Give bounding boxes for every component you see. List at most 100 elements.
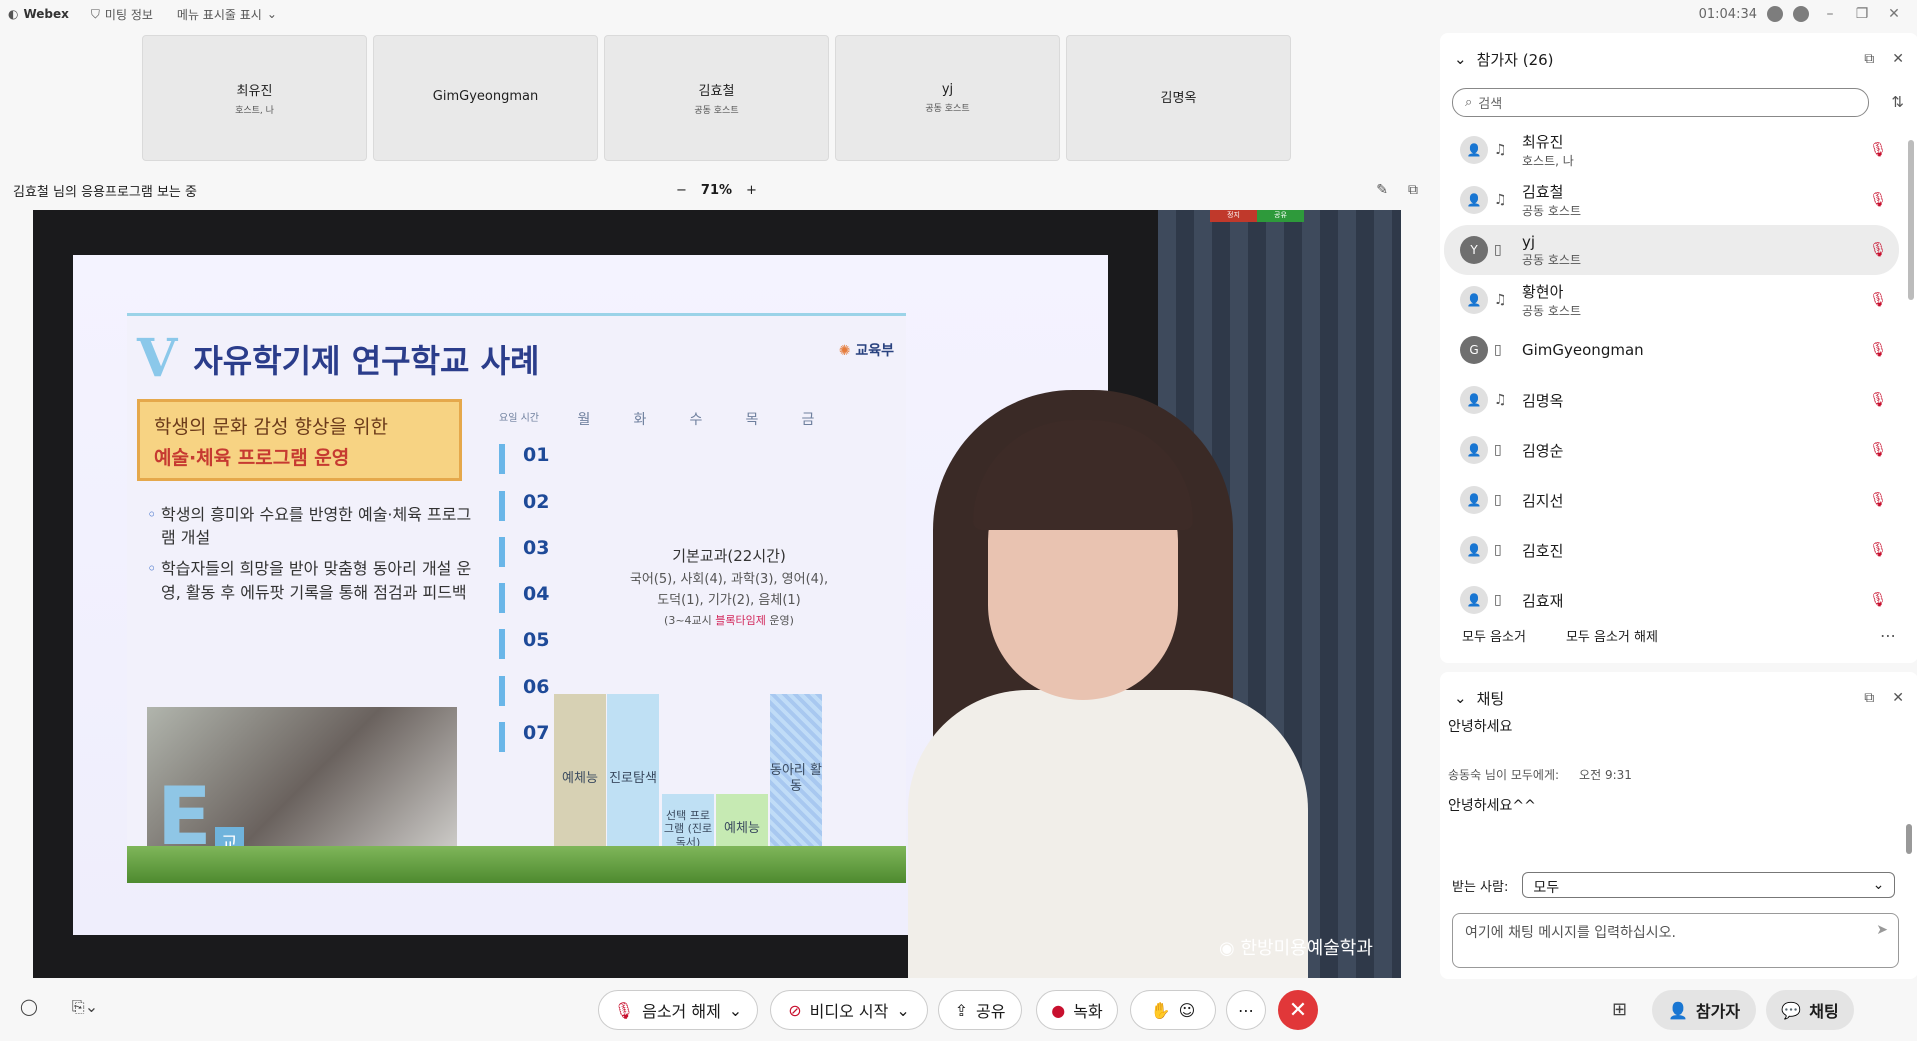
pop-out-icon[interactable]: ⧉ <box>1864 690 1874 706</box>
muted-mic-icon[interactable]: 🎙 <box>1869 442 1887 458</box>
unmute-button[interactable]: 🎙 음소거 해제 ⌄ <box>598 990 758 1030</box>
more-button[interactable]: ⋯ <box>1226 990 1266 1030</box>
muted-mic-icon[interactable]: 🎙 <box>1869 142 1887 158</box>
mute-controls: 모두 음소거 모두 음소거 해제 <box>1462 626 1658 645</box>
headset-icon: ♫ <box>1494 142 1507 158</box>
participant-row[interactable]: 👤 ♫ 황현아 공동 호스트 🎙 <box>1444 275 1899 325</box>
reactions-group: ✋ ☺ <box>1130 990 1216 1030</box>
slide-bullet: 학생의 흥미와 수요를 반영한 예술·체육 프로그램 개설 <box>147 503 477 549</box>
ministry-logo: ✺ 교육부 <box>839 340 894 360</box>
avatar: 👤 <box>1460 436 1488 464</box>
close-icon[interactable]: ✕ <box>1892 51 1904 67</box>
muted-mic-icon[interactable]: 🎙 <box>1869 392 1887 408</box>
phone-icon: ▯ <box>1494 442 1502 458</box>
participant-row[interactable]: Y ▯ yj 공동 호스트 🎙 <box>1444 225 1899 275</box>
record-button[interactable]: ● 녹화 <box>1036 990 1118 1030</box>
muted-mic-icon[interactable]: 🎙 <box>1869 192 1887 208</box>
participant-row[interactable]: 👤 ▯ 김호진 🎙 <box>1444 525 1899 575</box>
status-icon[interactable] <box>1767 6 1783 22</box>
pop-out-icon[interactable]: ⧉ <box>1864 51 1874 67</box>
meeting-info-button[interactable]: ⛉ 미팅 정보 <box>91 6 153 23</box>
meeting-timer: 01:04:34 <box>1698 6 1757 22</box>
video-tile[interactable]: 김명옥 <box>1066 35 1291 161</box>
meeting-info-label: 미팅 정보 <box>104 7 153 22</box>
closed-captions-icon[interactable]: ⎘⌄ <box>72 997 98 1017</box>
annotate-icon[interactable]: ✎ <box>1376 182 1388 198</box>
participant-row[interactable]: 👤 ♫ 김명옥 🎙 <box>1444 375 1899 425</box>
video-tile[interactable]: 김효철 공동 호스트 <box>604 35 829 161</box>
show-menu-bar-button[interactable]: 메뉴 표시줄 표시 ⌄ <box>177 6 277 23</box>
chat-input[interactable]: 여기에 채팅 메시지를 입력하십시오. ➤ <box>1452 913 1899 968</box>
share-tools: ✎ ⧉ <box>1376 182 1418 198</box>
zoom-out-button[interactable]: − <box>676 183 687 198</box>
video-tile[interactable]: 최유진 호스트, 나 <box>142 35 367 161</box>
recipient-select[interactable]: 모두 ⌄ <box>1522 872 1896 898</box>
participant-row[interactable]: 👤 ▯ 김효재 🎙 <box>1444 575 1899 625</box>
mute-all-button[interactable]: 모두 음소거 <box>1462 626 1526 645</box>
participants-scrollbar[interactable] <box>1908 128 1914 633</box>
muted-mic-icon[interactable]: 🎙 <box>1869 492 1887 508</box>
status-ring-icon[interactable]: ◯ <box>20 997 38 1017</box>
share-label: 공유 <box>975 1002 1006 1021</box>
minimize-icon[interactable]: – <box>1819 6 1841 22</box>
video-tile[interactable]: GimGyeongman <box>373 35 598 161</box>
tile-name: 김효철 <box>698 84 735 99</box>
participant-row[interactable]: 👤 ▯ 김영순 🎙 <box>1444 425 1899 475</box>
apps-icon[interactable]: ⊞ <box>1612 999 1627 1020</box>
participant-row[interactable]: 👤 ♫ 최유진 호스트, 나 🎙 <box>1444 125 1899 175</box>
zoom-in-button[interactable]: + <box>746 183 757 198</box>
muted-mic-icon[interactable]: 🎙 <box>1869 542 1887 558</box>
headset-icon: ♫ <box>1494 292 1507 308</box>
phone-icon: ▯ <box>1494 242 1502 258</box>
search-input[interactable]: ⌕ 검색 <box>1452 88 1869 117</box>
core-note-red: 블록타임제 <box>715 613 766 627</box>
participants-icon: 👤 <box>1667 1000 1688 1020</box>
activity-block: 예체능 <box>554 694 606 864</box>
end-call-icon: ✕ <box>1288 997 1308 1023</box>
chat-icon: 💬 <box>1781 1000 1802 1020</box>
muted-mic-icon[interactable]: 🎙 <box>1869 592 1887 608</box>
mini-toolbar: 정지 공유 <box>1210 210 1304 222</box>
chat-scrollbar[interactable] <box>1906 724 1912 854</box>
sort-icon[interactable]: ⇅ <box>1891 93 1904 111</box>
presentation-slide: V 자유학기제 연구학교 사례 ✺ 교육부 학생의 문화 감성 향상을 위한 예… <box>127 313 906 883</box>
muted-mic-icon[interactable]: 🎙 <box>1869 292 1887 308</box>
send-icon[interactable]: ➤ <box>1876 922 1888 938</box>
more-options-icon[interactable]: ⋯ <box>1880 626 1896 645</box>
restore-icon[interactable]: ❐ <box>1851 6 1873 22</box>
avatar: Y <box>1460 236 1488 264</box>
core-line: 도덕(1), 기가(2), 음체(1) <box>657 593 801 609</box>
shield-icon: ⛉ <box>90 6 100 21</box>
participant-row[interactable]: 👤 ▯ 김지선 🎙 <box>1444 475 1899 525</box>
core-note-a: (3~4교시 <box>664 613 716 627</box>
video-tile[interactable]: yj 공동 호스트 <box>835 35 1060 161</box>
participants-button[interactable]: 👤 참가자 <box>1652 990 1756 1030</box>
start-video-button[interactable]: ⊘ 비디오 시작 ⌄ <box>770 990 928 1030</box>
muted-mic-icon[interactable]: 🎙 <box>1869 342 1887 358</box>
participant-row[interactable]: 👤 ♫ 김효철 공동 호스트 🎙 <box>1444 175 1899 225</box>
close-icon[interactable]: ✕ <box>1892 690 1904 706</box>
chat-button[interactable]: 💬 채팅 <box>1766 990 1854 1030</box>
participant-name: yj <box>1522 232 1536 251</box>
participants-label: 참가자 <box>1695 1002 1741 1021</box>
chat-label: 채팅 <box>1809 1002 1839 1021</box>
settings-icon[interactable] <box>1793 6 1809 22</box>
raise-hand-icon[interactable]: ✋ <box>1151 1001 1171 1020</box>
chat-header: ⌄ 채팅 ⧉ ✕ <box>1454 686 1904 710</box>
unmute-all-button[interactable]: 모두 음소거 해제 <box>1566 626 1658 645</box>
participants-title: 참가자 (26) <box>1476 50 1554 69</box>
close-window-icon[interactable]: ✕ <box>1883 6 1905 22</box>
activity-block: 진로탐색 <box>607 694 659 864</box>
muted-mic-icon[interactable]: 🎙 <box>1869 242 1887 258</box>
caption: ◉ 한방미용예술학과 <box>1219 934 1373 960</box>
reactions-icon[interactable]: ☺ <box>1179 1001 1196 1020</box>
leave-meeting-button[interactable]: ✕ <box>1278 990 1318 1030</box>
share-button[interactable]: ⇪ 공유 <box>938 990 1022 1030</box>
participant-row[interactable]: G ▯ GimGyeongman 🎙 <box>1444 325 1899 375</box>
collapse-icon[interactable]: ⌄ <box>1454 50 1467 68</box>
pop-out-icon[interactable]: ⧉ <box>1408 182 1418 198</box>
chat-time: 오전 9:31 <box>1579 768 1632 782</box>
collapse-icon[interactable]: ⌄ <box>1454 689 1467 707</box>
participant-name: 김지선 <box>1522 491 1564 510</box>
period-label: 07 <box>499 722 554 752</box>
